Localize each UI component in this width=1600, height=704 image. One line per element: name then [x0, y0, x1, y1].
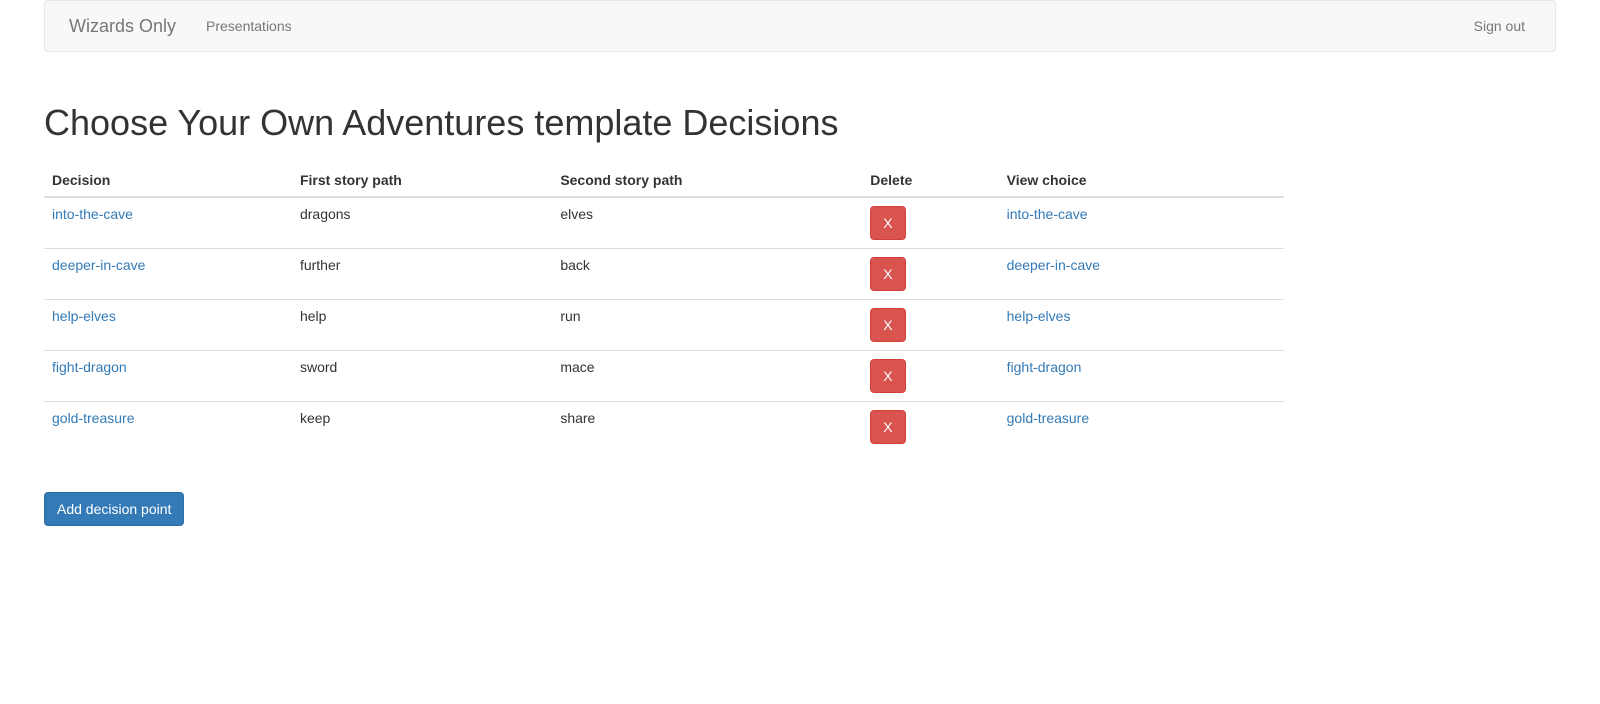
second-path-cell: back — [552, 249, 862, 300]
first-path-cell: sword — [292, 351, 552, 402]
second-path-cell: mace — [552, 351, 862, 402]
delete-button[interactable]: X — [870, 206, 905, 240]
first-path-cell: dragons — [292, 197, 552, 249]
main-container: Choose Your Own Adventures template Deci… — [0, 102, 1600, 526]
first-path-cell: help — [292, 300, 552, 351]
brand-link[interactable]: Wizards Only — [45, 1, 191, 51]
view-choice-link[interactable]: fight-dragon — [1007, 359, 1082, 375]
view-choice-link[interactable]: into-the-cave — [1007, 206, 1088, 222]
second-path-cell: elves — [552, 197, 862, 249]
decision-link[interactable]: into-the-cave — [52, 206, 133, 222]
first-path-cell: keep — [292, 402, 552, 453]
second-path-cell: share — [552, 402, 862, 453]
first-path-cell: further — [292, 249, 552, 300]
delete-button[interactable]: X — [870, 308, 905, 342]
decision-link[interactable]: gold-treasure — [52, 410, 135, 426]
delete-button[interactable]: X — [870, 257, 905, 291]
second-path-cell: run — [552, 300, 862, 351]
table-row: deeper-in-cave furtherbackXdeeper-in-cave — [44, 249, 1284, 300]
add-decision-button[interactable]: Add decision point — [44, 492, 184, 526]
header-decision: Decision — [44, 164, 292, 197]
header-second-path: Second story path — [552, 164, 862, 197]
decision-link[interactable]: help-elves — [52, 308, 116, 324]
decision-link[interactable]: deeper-in-cave — [52, 257, 145, 273]
delete-button[interactable]: X — [870, 410, 905, 444]
view-choice-link[interactable]: help-elves — [1007, 308, 1071, 324]
decision-link[interactable]: fight-dragon — [52, 359, 127, 375]
view-choice-link[interactable]: deeper-in-cave — [1007, 257, 1100, 273]
delete-button[interactable]: X — [870, 359, 905, 393]
nav-signout[interactable]: Sign out — [1459, 3, 1540, 49]
table-row: fight-dragon swordmaceXfight-dragon — [44, 351, 1284, 402]
navbar-right: Sign out — [1459, 16, 1555, 36]
header-first-path: First story path — [292, 164, 552, 197]
header-view: View choice — [999, 164, 1284, 197]
view-choice-link[interactable]: gold-treasure — [1007, 410, 1090, 426]
table-header-row: Decision First story path Second story p… — [44, 164, 1284, 197]
navbar-left: Wizards Only Presentations — [45, 1, 307, 51]
table-row: gold-treasure keepshareXgold-treasure — [44, 402, 1284, 453]
table-row: help-elves helprunXhelp-elves — [44, 300, 1284, 351]
navbar: Wizards Only Presentations Sign out — [44, 0, 1556, 52]
page-title: Choose Your Own Adventures template Deci… — [44, 102, 1556, 144]
nav-presentations[interactable]: Presentations — [191, 1, 307, 51]
header-delete: Delete — [862, 164, 998, 197]
decisions-table: Decision First story path Second story p… — [44, 164, 1284, 452]
table-row: into-the-cave dragonselvesXinto-the-cave — [44, 197, 1284, 249]
